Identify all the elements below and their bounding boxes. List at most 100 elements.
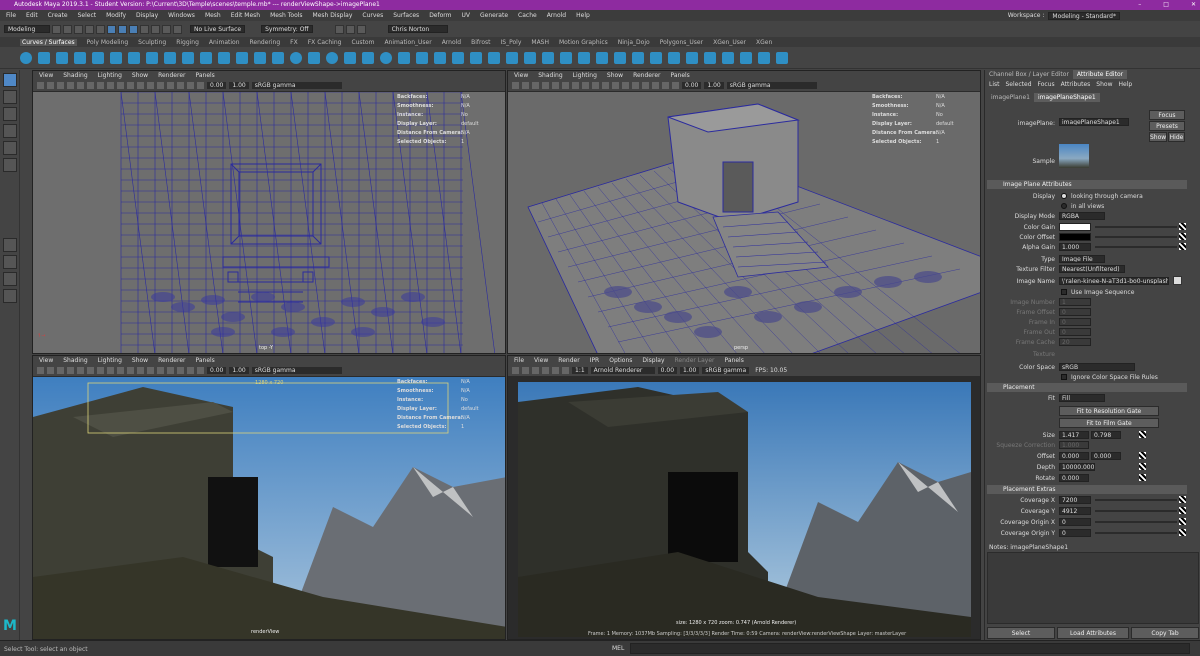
shelf-tab-bifrost[interactable]: Bifrost — [471, 39, 490, 46]
exposure-field[interactable]: 0.00 — [207, 367, 227, 374]
camera-icon[interactable] — [37, 367, 44, 374]
rv-menu-display[interactable]: Display — [642, 357, 664, 364]
menu-file[interactable]: File — [6, 12, 16, 19]
vp-menu-lighting[interactable]: Lighting — [573, 72, 597, 79]
intersect-surface-icon[interactable] — [560, 51, 572, 64]
offset-curve-icon[interactable] — [218, 51, 230, 64]
coverage-origin-x-slider[interactable] — [1095, 521, 1177, 523]
section-image-plane-attributes[interactable]: Image Plane Attributes — [987, 180, 1187, 189]
add-points-icon[interactable] — [254, 51, 266, 64]
use-image-sequence-checkbox[interactable] — [1061, 289, 1067, 295]
display-radio-camera[interactable] — [1061, 193, 1067, 199]
menu-deform[interactable]: Deform — [429, 12, 451, 19]
rv-exposure-field[interactable]: 0.00 — [657, 367, 678, 374]
single-perspective-layout-icon[interactable] — [3, 238, 17, 252]
shelf-tab-custom[interactable]: Custom — [351, 39, 374, 46]
bookmark-icon[interactable] — [47, 367, 54, 374]
squeeze-correction-field[interactable]: 1.000 — [1059, 441, 1089, 449]
two-panes-layout-icon[interactable] — [3, 272, 17, 286]
alpha-gain-map-icon[interactable] — [1179, 243, 1186, 250]
color-space-dropdown[interactable]: sRGB gamma — [251, 82, 342, 89]
shelf-tab-mash[interactable]: MASH — [531, 39, 549, 46]
display-mode-dropdown[interactable]: RGBA — [1059, 212, 1105, 220]
safe-action-icon[interactable] — [592, 82, 599, 89]
menu-arnold[interactable]: Arnold — [547, 12, 566, 19]
vp-menu-lighting[interactable]: Lighting — [98, 72, 122, 79]
copy-tab-button[interactable]: Copy Tab — [1131, 627, 1199, 639]
vp-menu-shading[interactable]: Shading — [63, 357, 87, 364]
vp-menu-show[interactable]: Show — [607, 72, 623, 79]
image-plane-icon[interactable] — [57, 367, 64, 374]
rotate-tool-icon[interactable] — [3, 141, 17, 155]
wireframe-icon[interactable] — [602, 82, 609, 89]
ao-icon[interactable] — [652, 82, 659, 89]
shelf-tab-animation-user[interactable]: Animation_User — [384, 39, 431, 46]
film-gate-icon[interactable] — [77, 82, 84, 89]
mel-label[interactable]: MEL — [612, 645, 624, 652]
menu-uv[interactable]: UV — [462, 12, 471, 19]
menu-create[interactable]: Create — [48, 12, 68, 19]
smooth-shade-icon[interactable] — [137, 367, 144, 374]
notes-textarea[interactable] — [987, 552, 1199, 624]
image-plane-icon[interactable] — [532, 82, 539, 89]
menu-generate[interactable]: Generate — [480, 12, 508, 19]
vp-menu-lighting[interactable]: Lighting — [98, 357, 122, 364]
coverage-origin-y-map-icon[interactable] — [1179, 529, 1186, 536]
detach-surface-icon[interactable] — [632, 51, 644, 64]
color-space-dropdown[interactable]: sRGB gamma — [251, 367, 342, 374]
shelf-tab-arnold[interactable]: Arnold — [442, 39, 461, 46]
textured-icon[interactable] — [147, 82, 154, 89]
camera-icon[interactable] — [512, 82, 519, 89]
exposure-field[interactable]: 0.00 — [682, 82, 702, 89]
vp-menu-renderer[interactable]: Renderer — [158, 72, 185, 79]
select-by-hierarchy-icon[interactable] — [107, 24, 116, 34]
color-gain-slider[interactable] — [1095, 226, 1177, 228]
hide-button[interactable]: Hide — [1168, 132, 1185, 142]
coverage-x-field[interactable]: 7200 — [1059, 496, 1091, 504]
wireframe-icon[interactable] — [127, 82, 134, 89]
color-space-dropdown[interactable]: sRGB gamma — [726, 82, 817, 89]
rotate-map-icon[interactable] — [1139, 474, 1146, 481]
snap-curve-icon[interactable] — [151, 24, 160, 34]
vp-menu-shading[interactable]: Shading — [63, 72, 87, 79]
menu-select[interactable]: Select — [78, 12, 97, 19]
close-icon[interactable]: ✕ — [1191, 0, 1196, 10]
vp-menu-view[interactable]: View — [39, 72, 53, 79]
render-icon[interactable] — [512, 367, 519, 374]
four-view-layout-icon[interactable] — [3, 255, 17, 269]
safe-action-icon[interactable] — [117, 367, 124, 374]
rebuild-curve-icon[interactable] — [236, 51, 248, 64]
select-by-object-icon[interactable] — [118, 24, 127, 34]
shelf-tab-rigging[interactable]: Rigging — [176, 39, 199, 46]
vp-menu-panels[interactable]: Panels — [195, 72, 214, 79]
cube-surface-icon[interactable] — [308, 51, 320, 64]
resolution-gate-icon[interactable] — [87, 367, 94, 374]
arc-curve-icon[interactable] — [110, 51, 122, 64]
image-plane-icon[interactable] — [57, 82, 64, 89]
size-x-field[interactable]: 1.417 — [1059, 431, 1089, 439]
vp-menu-view[interactable]: View — [39, 357, 53, 364]
cylinder-surface-icon[interactable] — [326, 51, 338, 64]
coverage-y-field[interactable]: 4912 — [1059, 507, 1091, 515]
size-map-icon[interactable] — [1139, 431, 1146, 438]
depth-map-icon[interactable] — [1139, 463, 1146, 470]
frame-out-field[interactable]: 0 — [1059, 328, 1091, 336]
torus-surface-icon[interactable] — [380, 51, 392, 64]
offset-map-icon[interactable] — [1139, 452, 1146, 459]
extend-curve-icon[interactable] — [200, 51, 212, 64]
isolate-icon[interactable] — [187, 82, 194, 89]
color-space-dropdown[interactable]: sRGB — [1059, 363, 1135, 371]
rv-gamma-field[interactable]: 1.00 — [680, 367, 700, 374]
gamma-field[interactable]: 1.00 — [229, 82, 249, 89]
save-scene-icon[interactable] — [74, 24, 83, 34]
mode-menu-dropdown[interactable]: Modeling — [4, 25, 50, 33]
open-scene-icon[interactable] — [63, 24, 72, 34]
maximize-icon[interactable]: □ — [1163, 0, 1169, 10]
menu-edit-mesh[interactable]: Edit Mesh — [231, 12, 260, 19]
menu-surfaces[interactable]: Surfaces — [393, 12, 419, 19]
ae-menu-list[interactable]: List — [989, 81, 1000, 88]
menu-mesh-tools[interactable]: Mesh Tools — [270, 12, 302, 19]
attach-surface-icon[interactable] — [614, 51, 626, 64]
film-gate-icon[interactable] — [77, 367, 84, 374]
node-tab-imageplaneshape[interactable]: imagePlaneShape1 — [1033, 93, 1100, 102]
